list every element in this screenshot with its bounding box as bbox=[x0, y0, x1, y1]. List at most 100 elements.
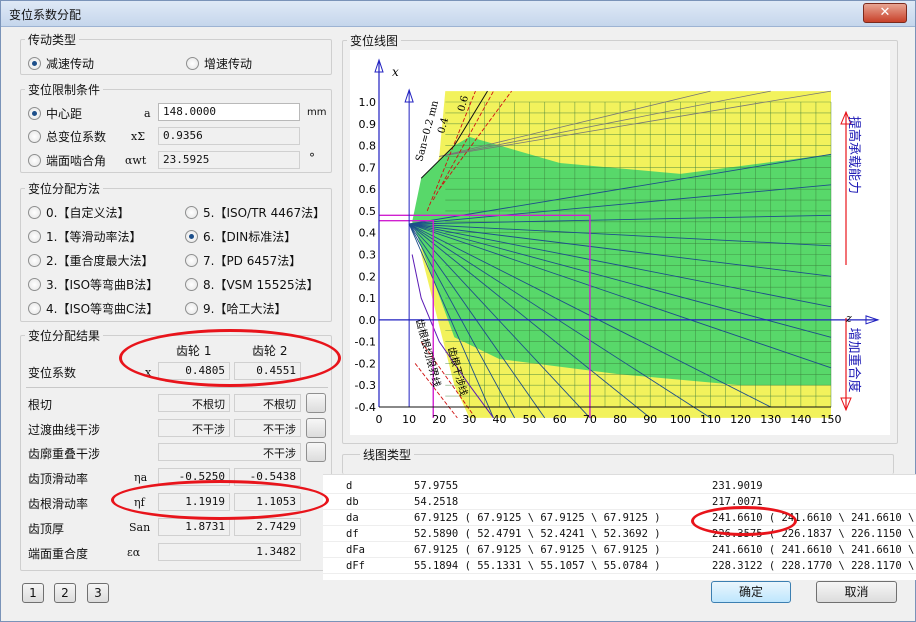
overlap-value: 不干涉 bbox=[158, 443, 301, 461]
radio-dot bbox=[185, 206, 198, 219]
drive-type-title: 传动类型 bbox=[25, 31, 80, 48]
method-6[interactable]: 6.【DIN标准法】 bbox=[185, 228, 296, 245]
method-7[interactable]: 7.【PD 6457法】 bbox=[185, 252, 301, 269]
page-button-2[interactable]: 2 bbox=[54, 583, 76, 603]
page-button-3[interactable]: 3 bbox=[87, 583, 109, 603]
y-tick-label: 0.6 bbox=[359, 183, 377, 196]
x-tick-label: 70 bbox=[583, 413, 597, 426]
undercut-label: 根切 bbox=[28, 398, 53, 412]
radio-center-distance[interactable]: 中心距 bbox=[28, 105, 82, 122]
method-0[interactable]: 0.【自定义法】 bbox=[28, 204, 129, 221]
trans-label: 过渡曲线干涉 bbox=[28, 423, 101, 437]
method-5[interactable]: 5.【ISO/TR 4467法】 bbox=[185, 204, 325, 221]
radio-dot bbox=[28, 254, 41, 267]
y-tick-label: 0.7 bbox=[359, 161, 377, 174]
table-cell: 54.2518 bbox=[414, 496, 459, 508]
table-row: d 57.9755 231.9019 bbox=[323, 478, 916, 494]
x-tick-label: 50 bbox=[523, 413, 537, 426]
table-cell: 52.5890 ( 52.4791 \ 52.4241 \ 52.3692 ) bbox=[414, 528, 661, 540]
window-title: 变位系数分配 bbox=[9, 8, 82, 22]
sym-san: San bbox=[129, 521, 151, 534]
shift-chart: 0 10 20 30 40 50 60 70 80 90 100 110 120 130 140 150 1.0… bbox=[350, 50, 890, 435]
y-tick-label: -0.1 bbox=[355, 336, 376, 349]
radio-total-shift[interactable]: 总变位系数 bbox=[28, 128, 106, 145]
y-tick-label: -0.3 bbox=[355, 379, 376, 392]
radio-dot bbox=[28, 130, 41, 143]
y-tick-label: 0.2 bbox=[359, 270, 377, 283]
mesh-angle-field: 23.5925 bbox=[158, 151, 300, 169]
radio-label: 端面啮合角 bbox=[46, 154, 107, 168]
method-3[interactable]: 3.【ISO等弯曲B法】 bbox=[28, 276, 158, 293]
linetype-title: 线图类型 bbox=[360, 446, 415, 463]
method-4[interactable]: 4.【ISO等弯曲C法】 bbox=[28, 300, 158, 317]
method-9[interactable]: 9.【哈工大法】 bbox=[185, 300, 286, 317]
sym-xsum: xΣ bbox=[131, 130, 145, 143]
y-tick-label: 0.9 bbox=[359, 118, 377, 131]
table-cell: dFa bbox=[346, 544, 365, 556]
table-cell: dFf bbox=[346, 560, 365, 572]
radio-dot bbox=[185, 230, 198, 243]
x-tick-label: 130 bbox=[760, 413, 781, 426]
page-button-1[interactable]: 1 bbox=[22, 583, 44, 603]
y-tick-label: 0.8 bbox=[359, 140, 377, 153]
y-tick-label: 0.5 bbox=[359, 205, 377, 218]
x-axis-label: x bbox=[392, 65, 399, 79]
table-cell: 67.9125 ( 67.9125 \ 67.9125 \ 67.9125 ) bbox=[414, 544, 661, 556]
highlight-coef bbox=[119, 329, 341, 387]
method-2[interactable]: 2.【重合度最大法】 bbox=[28, 252, 153, 269]
x-tick-label: 40 bbox=[493, 413, 507, 426]
data-table: d 57.9755 231.9019 db 54.2518 217.0071 da 67.91… bbox=[323, 474, 916, 580]
close-button[interactable]: ✕ bbox=[863, 3, 907, 23]
table-cell: 228.3122 ( 228.1770 \ 228.1170 \ 22 bbox=[712, 560, 916, 572]
cancel-button[interactable]: 取消 bbox=[816, 581, 897, 603]
table-row: da 67.9125 ( 67.9125 \ 67.9125 \ 67.9125 … bbox=[323, 510, 916, 526]
y-tick-label: -0.2 bbox=[355, 357, 376, 370]
center-distance-input[interactable]: 148.0000 bbox=[158, 103, 300, 121]
y-tick-label: 0.3 bbox=[359, 249, 377, 262]
radio-label: 1.【等滑动率法】 bbox=[46, 230, 142, 244]
radio-dot bbox=[28, 107, 41, 120]
radio-reduction[interactable]: 减速传动 bbox=[28, 55, 94, 72]
overlap-detail-button[interactable] bbox=[306, 442, 326, 462]
table-row: dFf 55.1894 ( 55.1331 \ 55.1057 \ 55.0784… bbox=[323, 558, 916, 574]
undercut-detail-button[interactable] bbox=[306, 393, 326, 413]
radio-mesh-angle[interactable]: 端面啮合角 bbox=[28, 152, 106, 169]
coef-label: 变位系数 bbox=[28, 366, 77, 380]
rootslide-label: 齿根滑动率 bbox=[28, 497, 89, 511]
radio-dot bbox=[28, 278, 41, 291]
linetype-group: 线图类型 bbox=[342, 446, 894, 474]
radio-label: 减速传动 bbox=[46, 57, 95, 71]
highlight-da bbox=[691, 506, 797, 536]
radio-label: 6.【DIN标准法】 bbox=[203, 230, 297, 244]
table-cell: 67.9125 ( 67.9125 \ 67.9125 \ 67.9125 ) bbox=[414, 512, 661, 524]
radio-dot bbox=[28, 57, 41, 70]
x-tick-label: 10 bbox=[402, 413, 416, 426]
radio-label: 增速传动 bbox=[204, 57, 253, 71]
table-cell: 57.9755 bbox=[414, 480, 459, 492]
radio-label: 2.【重合度最大法】 bbox=[46, 254, 154, 268]
z-axis-label: z bbox=[845, 312, 852, 325]
radio-increase[interactable]: 增速传动 bbox=[186, 55, 252, 72]
x-tick-label: 120 bbox=[730, 413, 751, 426]
undercut-gear1: 不根切 bbox=[158, 394, 230, 412]
table-cell: db bbox=[346, 496, 359, 508]
radio-label: 中心距 bbox=[46, 107, 83, 121]
table-cell: df bbox=[346, 528, 359, 540]
ok-button[interactable]: 确定 bbox=[711, 581, 791, 603]
sym-eta-a: ηa bbox=[134, 471, 148, 484]
radio-dot bbox=[185, 278, 198, 291]
contact-label: 端面重合度 bbox=[28, 547, 89, 561]
method-8[interactable]: 8.【VSM 15525法】 bbox=[185, 276, 319, 293]
x-tick-label: 110 bbox=[700, 413, 721, 426]
x-tick-label: 150 bbox=[821, 413, 842, 426]
tipthick-gear2: 2.7429 bbox=[234, 518, 301, 536]
method-1[interactable]: 1.【等滑动率法】 bbox=[28, 228, 141, 245]
highlight-rootslide bbox=[111, 480, 329, 520]
tipthick-gear1: 1.8731 bbox=[158, 518, 230, 536]
trans-detail-button[interactable] bbox=[306, 418, 326, 438]
x-tick-label: 30 bbox=[462, 413, 476, 426]
radio-label: 4.【ISO等弯曲C法】 bbox=[46, 302, 159, 316]
x-tick-label: 0 bbox=[376, 413, 383, 426]
result-title: 变位分配结果 bbox=[25, 327, 104, 344]
radio-label: 0.【自定义法】 bbox=[46, 206, 130, 220]
